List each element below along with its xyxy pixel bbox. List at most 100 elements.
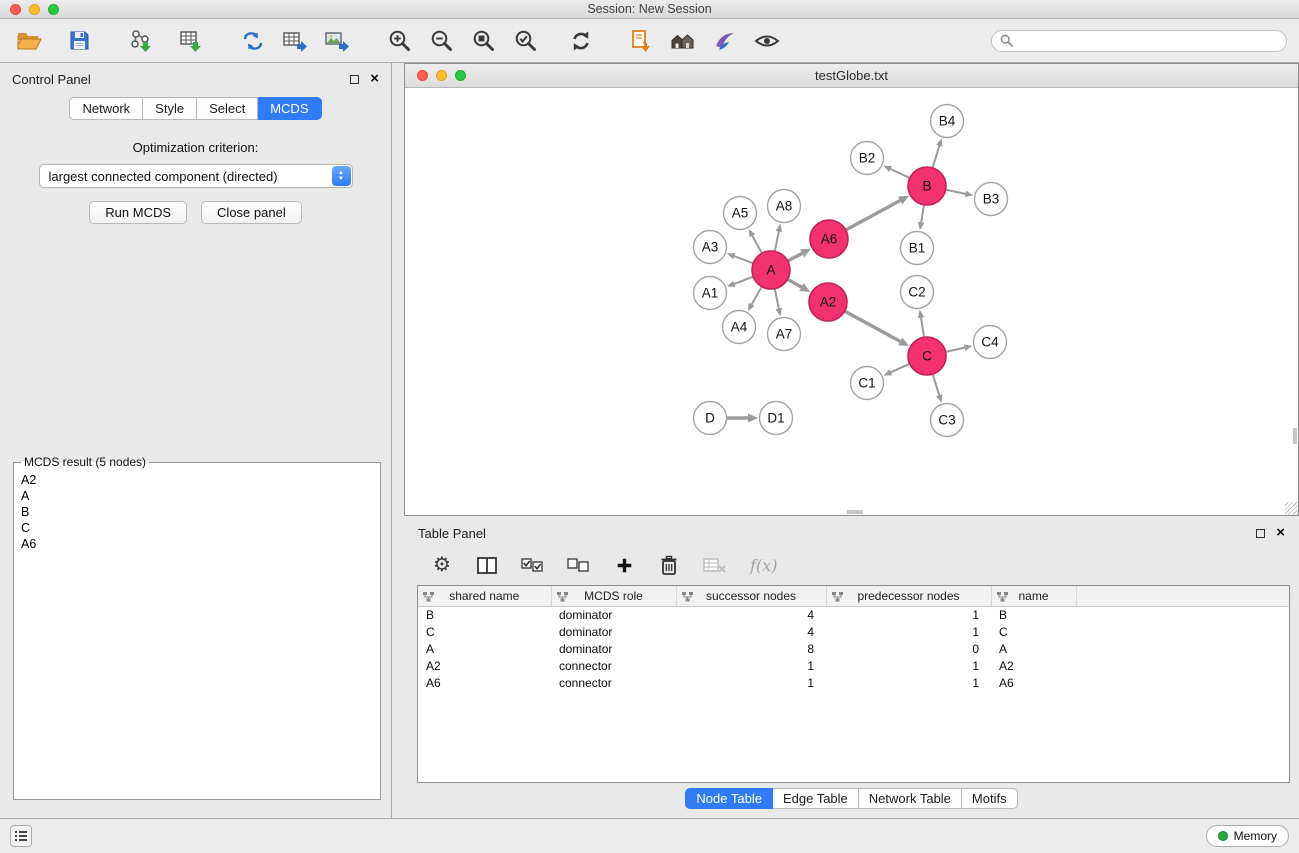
table-row[interactable]: A2connector11A2 — [418, 657, 1289, 674]
tab-mcds[interactable]: MCDS — [258, 97, 321, 120]
table-cell[interactable]: B — [991, 606, 1076, 623]
create-column-button[interactable] — [613, 552, 635, 578]
zoom-network-icon[interactable] — [455, 70, 466, 81]
table-cell[interactable]: A2 — [418, 657, 551, 674]
search-field[interactable] — [991, 30, 1287, 52]
table-settings-button[interactable]: ⚙ — [431, 552, 453, 578]
graph-edge-A-A8[interactable] — [775, 231, 779, 251]
clone-network-button[interactable] — [238, 25, 268, 57]
graph-node-A7[interactable]: A7 — [768, 318, 801, 351]
column-header[interactable]: MCDS role — [551, 586, 676, 606]
close-table-panel-icon[interactable]: × — [1276, 528, 1285, 538]
table-cell[interactable]: dominator — [551, 606, 676, 623]
mcds-result-item[interactable]: B — [19, 504, 375, 520]
graph-node-D[interactable]: D — [694, 402, 727, 435]
table-cell[interactable]: 4 — [676, 606, 826, 623]
graph-edge-A2-C[interactable] — [845, 311, 901, 341]
tab-style[interactable]: Style — [143, 97, 197, 120]
graph-edge-B-B3[interactable] — [946, 190, 966, 194]
delete-column-button[interactable] — [658, 552, 680, 578]
graph-edge-C-C4[interactable] — [946, 348, 965, 352]
open-session-button[interactable] — [14, 25, 44, 57]
graph-node-A5[interactable]: A5 — [724, 197, 757, 230]
close-network-icon[interactable] — [417, 70, 428, 81]
graph-node-A2[interactable]: A2 — [809, 283, 847, 321]
table-cell[interactable]: B — [418, 606, 551, 623]
graph-node-A8[interactable]: A8 — [768, 190, 801, 223]
graph-edge-A-A6[interactable] — [788, 253, 802, 261]
table-row[interactable]: Adominator80A — [418, 640, 1289, 657]
close-panel-icon[interactable]: × — [370, 74, 379, 84]
tab-node-table[interactable]: Node Table — [685, 788, 773, 809]
table-cell[interactable]: connector — [551, 657, 676, 674]
graph-node-C1[interactable]: C1 — [851, 367, 884, 400]
tab-motifs[interactable]: Motifs — [962, 788, 1018, 809]
graph-edge-C-C1[interactable] — [891, 364, 910, 373]
float-table-panel-icon[interactable] — [1256, 529, 1265, 538]
graph-node-B4[interactable]: B4 — [931, 105, 964, 138]
horizontal-scrollbar-thumb[interactable] — [847, 510, 863, 514]
task-history-button[interactable] — [10, 825, 32, 847]
save-session-button[interactable] — [64, 25, 94, 57]
graph-node-B[interactable]: B — [908, 167, 946, 205]
vertical-scrollbar-thumb[interactable] — [1293, 428, 1297, 444]
mcds-result-item[interactable]: C — [19, 520, 375, 536]
graph-edge-A-A7[interactable] — [775, 289, 779, 309]
mcds-result-item[interactable]: A6 — [19, 536, 375, 552]
graph-node-C3[interactable]: C3 — [931, 404, 964, 437]
zoom-in-button[interactable] — [384, 25, 414, 57]
graph-edge-A-A4[interactable] — [752, 287, 762, 305]
zoom-fit-button[interactable] — [468, 25, 498, 57]
graph-node-B2[interactable]: B2 — [851, 142, 884, 175]
table-cell[interactable]: A6 — [991, 674, 1076, 691]
run-mcds-button[interactable]: Run MCDS — [89, 201, 187, 224]
graph-node-B1[interactable]: B1 — [901, 232, 934, 265]
graph-node-B3[interactable]: B3 — [975, 183, 1008, 216]
graph-edge-C-C3[interactable] — [933, 374, 940, 395]
column-header[interactable]: successor nodes — [676, 586, 826, 606]
tab-edge-table[interactable]: Edge Table — [773, 788, 859, 809]
resize-grip-icon[interactable] — [1285, 502, 1298, 515]
table-cell[interactable]: A — [418, 640, 551, 657]
import-network-button[interactable] — [126, 25, 156, 57]
graph-edge-A-A3[interactable] — [734, 256, 753, 263]
show-graphics-details-button[interactable] — [752, 25, 782, 57]
graph-node-A6[interactable]: A6 — [810, 220, 848, 258]
table-cell[interactable]: 1 — [826, 674, 991, 691]
float-panel-icon[interactable] — [350, 75, 359, 84]
tab-network-table[interactable]: Network Table — [859, 788, 962, 809]
graph-edge-C-C2[interactable] — [921, 318, 924, 338]
table-cell[interactable]: 4 — [676, 623, 826, 640]
table-cell[interactable]: A6 — [418, 674, 551, 691]
show-columns-button[interactable] — [476, 552, 498, 578]
graph-edge-B-B4[interactable] — [933, 146, 940, 168]
optimization-criterion-select[interactable]: largest connected component (directed) ▲… — [39, 164, 353, 188]
apply-layout-button[interactable] — [566, 25, 596, 57]
table-row[interactable]: Cdominator41C — [418, 623, 1289, 640]
graph-node-D1[interactable]: D1 — [760, 402, 793, 435]
table-cell[interactable]: connector — [551, 674, 676, 691]
export-table-button[interactable] — [280, 25, 310, 57]
table-cell[interactable]: 1 — [826, 606, 991, 623]
network-canvas[interactable]: B4B2BB3A5A8A6B1A3AC2A1A2A4A7C4CC1C3DD1 — [405, 88, 1298, 515]
table-cell[interactable]: 1 — [826, 623, 991, 640]
column-header[interactable]: predecessor nodes — [826, 586, 991, 606]
tab-network[interactable]: Network — [69, 97, 143, 120]
style-brush-button[interactable] — [710, 25, 740, 57]
mcds-result-item[interactable]: A2 — [19, 472, 375, 488]
table-cell[interactable]: 0 — [826, 640, 991, 657]
table-cell[interactable]: 1 — [676, 674, 826, 691]
delete-table-button[interactable] — [703, 552, 727, 578]
graph-edge-A-A2[interactable] — [788, 279, 802, 287]
zoom-out-button[interactable] — [426, 25, 456, 57]
table-cell[interactable]: C — [991, 623, 1076, 640]
graph-node-A4[interactable]: A4 — [723, 311, 756, 344]
network-window-titlebar[interactable]: testGlobe.txt — [405, 64, 1298, 88]
column-header[interactable]: shared name — [418, 586, 551, 606]
select-all-button[interactable] — [521, 552, 544, 578]
search-input[interactable] — [1018, 34, 1278, 48]
function-builder-button[interactable]: f(x) — [750, 552, 777, 578]
graph-edge-A-A1[interactable] — [734, 277, 753, 284]
export-image-button[interactable] — [322, 25, 352, 57]
graph-node-A3[interactable]: A3 — [694, 231, 727, 264]
